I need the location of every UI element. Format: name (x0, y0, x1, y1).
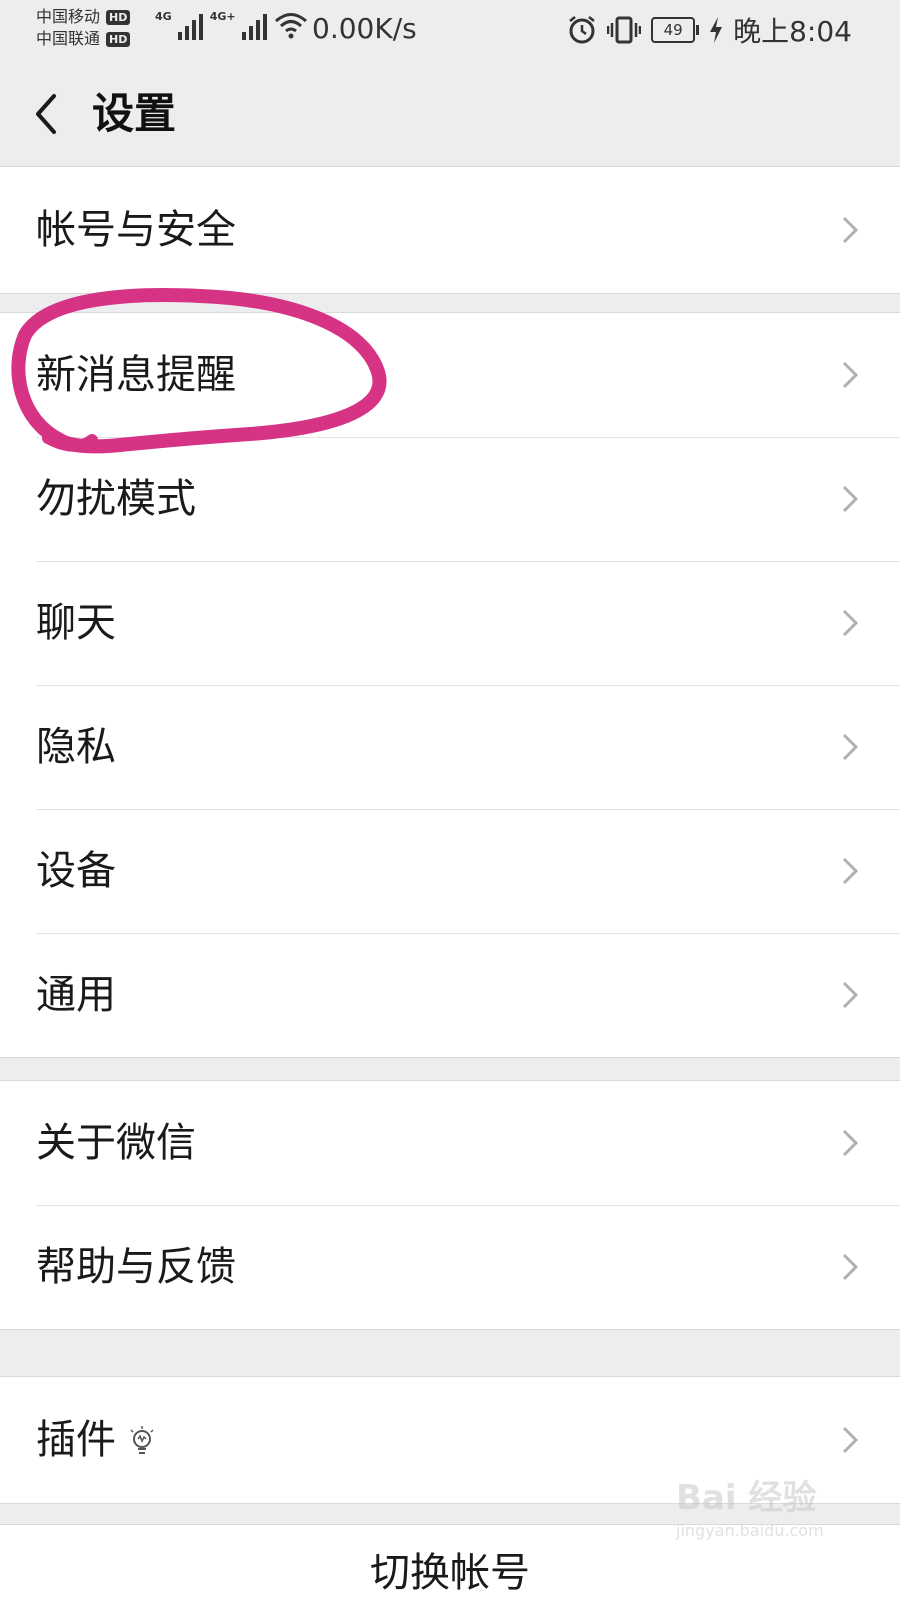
vibrate-icon (607, 16, 642, 44)
charging-icon (710, 17, 723, 43)
chevron-right-icon (842, 981, 859, 1009)
settings-item-chat[interactable]: 聊天 (0, 561, 900, 685)
carrier-1: 中国移动 (36, 7, 101, 26)
chevron-right-icon (842, 1253, 859, 1281)
chevron-right-icon (842, 1129, 859, 1157)
settings-item-label: 帐号与安全 (36, 207, 236, 253)
settings-item-label: 勿扰模式 (36, 476, 196, 522)
nav-header: 设置 (0, 62, 900, 166)
settings-item-privacy[interactable]: 隐私 (0, 685, 900, 809)
settings-item-label: 通用 (36, 972, 116, 1018)
settings-item-label: 关于微信 (36, 1120, 196, 1166)
settings-item-label: 设备 (36, 848, 116, 894)
chevron-right-icon (842, 1426, 859, 1454)
chevron-right-icon (842, 361, 859, 389)
alarm-icon (569, 16, 595, 44)
hd-badge: HD (106, 9, 131, 25)
watermark-brand: Bai 经验 (676, 1478, 817, 1518)
signal-group: 4G 4G+ (155, 10, 308, 40)
signal-icon (241, 10, 268, 40)
hd-badge: HD (106, 31, 131, 47)
clock: 晚上8:04 (733, 15, 852, 48)
settings-item-label: 新消息提醒 (36, 352, 236, 398)
status-right: 49 晚上8:04 (567, 10, 852, 50)
settings-item-new-message-alert[interactable]: 新消息提醒 (0, 313, 900, 437)
network-type: 4G (155, 10, 172, 23)
settings-item-account-security[interactable]: 帐号与安全 (0, 167, 900, 293)
chevron-right-icon (842, 733, 859, 761)
settings-item-label: 聊天 (36, 600, 116, 646)
settings-item-do-not-disturb[interactable]: 勿扰模式 (0, 437, 900, 561)
settings-item-help-feedback[interactable]: 帮助与反馈 (0, 1205, 900, 1329)
chevron-right-icon (842, 485, 859, 513)
status-bar: 中国移动 HD 中国联通 HD 4G 4G+ 0.00K/s 49 晚上8:04 (0, 0, 900, 62)
settings-item-about-wechat[interactable]: 关于微信 (0, 1081, 900, 1205)
settings-item-general[interactable]: 通用 (0, 933, 900, 1057)
chevron-right-icon (842, 609, 859, 637)
signal-icon (177, 10, 204, 40)
watermark-url: jingyan.baidu.com (676, 1521, 824, 1540)
settings-group-account: 帐号与安全 (0, 166, 900, 294)
settings-item-label: 帮助与反馈 (36, 1244, 236, 1290)
carrier-2: 中国联通 (36, 29, 101, 48)
lightbulb-icon (130, 1426, 154, 1454)
baidu-jingyan-watermark: Bai 经验 jingyan.baidu.com (676, 1470, 876, 1590)
settings-item-label: 插件 (36, 1417, 116, 1463)
carrier-info: 中国移动 HD 中国联通 HD (36, 6, 131, 50)
wifi-icon (274, 13, 307, 39)
chevron-right-icon (842, 857, 859, 885)
battery-level: 49 (651, 17, 696, 43)
back-arrow-icon[interactable] (30, 86, 70, 142)
page-title: 设置 (92, 89, 177, 138)
network-speed: 0.00K/s (312, 12, 417, 45)
settings-item-devices[interactable]: 设备 (0, 809, 900, 933)
settings-item-label-wrap: 插件 (36, 1377, 156, 1503)
chevron-right-icon (842, 216, 859, 244)
network-type: 4G+ (209, 10, 236, 23)
settings-group-main: 新消息提醒 勿扰模式 聊天 隐私 设备 通用 (0, 312, 900, 1058)
settings-item-label: 隐私 (36, 724, 116, 770)
settings-group-about: 关于微信 帮助与反馈 (0, 1080, 900, 1330)
battery-icon: 49 (651, 17, 700, 43)
